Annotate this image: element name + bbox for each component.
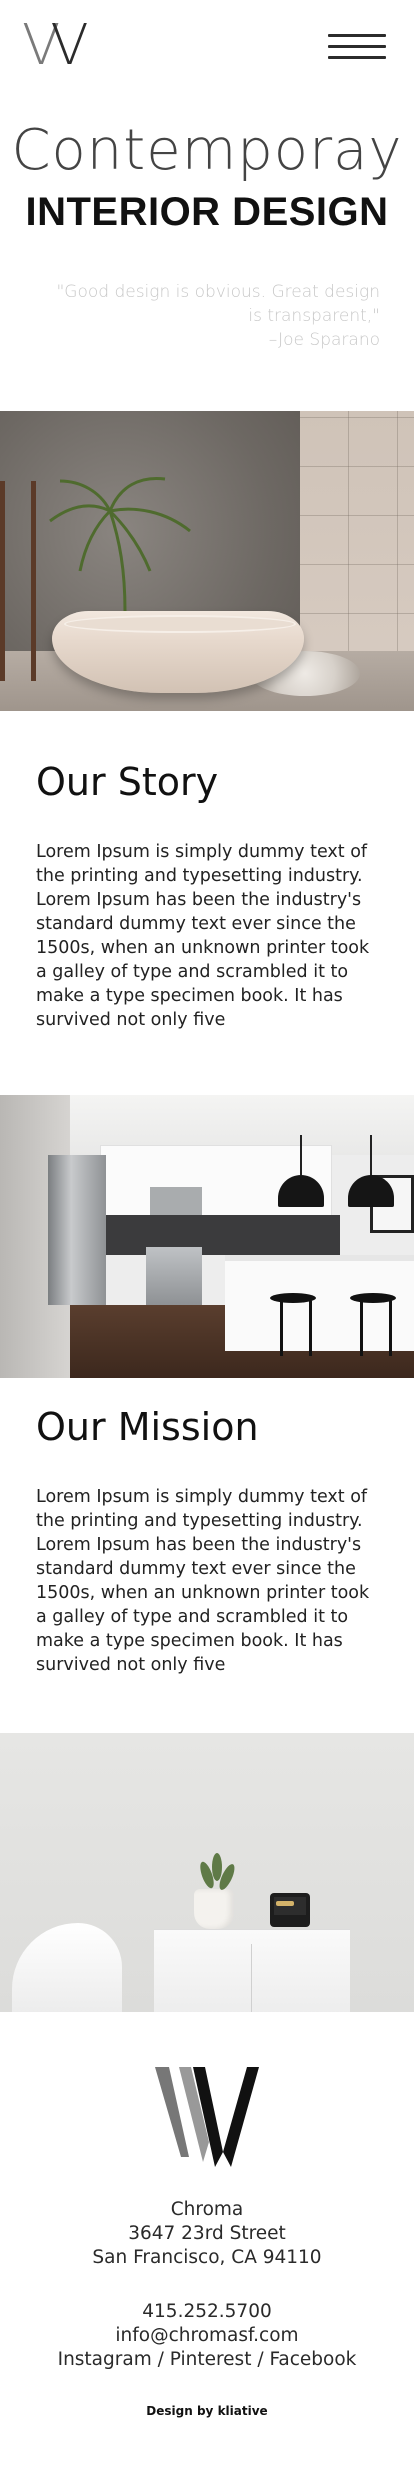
microwave	[150, 1187, 202, 1215]
footer-name: Chroma	[170, 2199, 244, 2220]
palm-plant	[49, 476, 191, 611]
kitchen-photo	[0, 1095, 414, 1378]
backsplash	[100, 1215, 340, 1255]
bar-stool	[270, 1293, 316, 1356]
footer-city: San Francisco, CA 94110	[92, 2247, 322, 2268]
white-chair	[12, 1923, 122, 2012]
menu-bar-2	[328, 45, 386, 48]
footer-social-links[interactable]: Instagram / Pinterest / Facebook	[0, 2348, 414, 2372]
room-photo	[0, 1733, 414, 2012]
footer-street: 3647 23rd Street	[128, 2223, 286, 2244]
story-title: Our Story	[36, 760, 219, 804]
mission-body: Lorem Ipsum is simply dummy text of the …	[36, 1487, 370, 1675]
footer-email[interactable]: info@chromasf.com	[0, 2324, 414, 2348]
hero-title-script: Contemporay	[11, 118, 403, 183]
mission-title: Our Mission	[36, 1405, 259, 1449]
credit-name[interactable]: kliative	[218, 2404, 268, 2418]
quote-text: "Good design is obvious. Great design is…	[56, 282, 380, 326]
story-body: Lorem Ipsum is simply dummy text of the …	[36, 842, 370, 1030]
white-dresser	[154, 1929, 350, 2012]
site-logo[interactable]: VV	[22, 18, 89, 74]
menu-bar-3	[328, 56, 386, 59]
footer-phone[interactable]: 415.252.5700	[0, 2300, 414, 2324]
refrigerator	[48, 1155, 106, 1305]
quote-author: –Joe Sparano	[268, 330, 380, 350]
menu-bar-1	[328, 34, 386, 37]
bar-stool	[350, 1293, 396, 1356]
hero-title: INTERIOR DESIGN	[25, 190, 389, 234]
hero-quote: "Good design is obvious. Great design is…	[40, 280, 380, 352]
hamburger-menu-icon[interactable]	[328, 34, 386, 60]
design-credit: Design by kliative	[0, 2404, 414, 2418]
plant-pot	[194, 1889, 234, 1929]
stove	[146, 1247, 202, 1309]
credit-prefix: Design by	[146, 2404, 214, 2418]
towel-ladder	[0, 481, 36, 681]
speaker	[270, 1893, 310, 1927]
footer-logo	[155, 2067, 259, 2167]
bathroom-photo	[0, 411, 414, 711]
